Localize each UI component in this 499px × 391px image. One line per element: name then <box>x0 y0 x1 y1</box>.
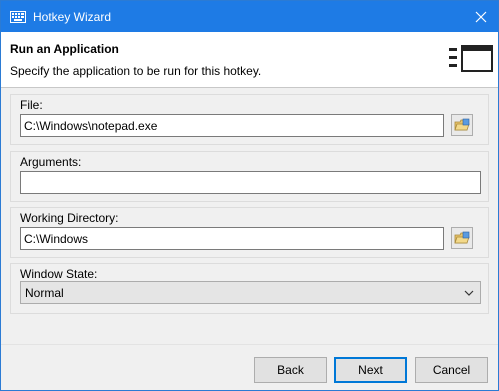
window-list-icon <box>449 45 493 73</box>
folder-browse-icon <box>454 231 470 244</box>
working-directory-browse-button[interactable] <box>451 227 473 249</box>
file-label: File: <box>20 98 43 112</box>
folder-browse-icon <box>454 118 470 131</box>
wizard-content: File: C:\Windows\notepad.exe Arguments: … <box>1 89 498 344</box>
title-bar: Hotkey Wizard <box>1 1 498 32</box>
file-group: File: C:\Windows\notepad.exe <box>10 94 489 145</box>
hotkey-wizard-window: Hotkey Wizard Run an Application Specify… <box>0 0 499 391</box>
working-directory-group: Working Directory: C:\Windows <box>10 207 489 258</box>
page-title: Run an Application <box>10 42 119 56</box>
working-directory-input[interactable]: C:\Windows <box>20 227 444 250</box>
window-title: Hotkey Wizard <box>33 10 112 24</box>
page-subtitle: Specify the application to be run for th… <box>10 64 262 78</box>
keyboard-icon <box>10 11 26 23</box>
working-directory-label: Working Directory: <box>20 211 119 225</box>
close-icon <box>475 11 487 22</box>
window-state-value: Normal <box>25 286 64 300</box>
window-state-label: Window State: <box>20 267 98 281</box>
close-button[interactable] <box>464 1 498 32</box>
arguments-input[interactable] <box>20 171 481 194</box>
window-state-group: Window State: Normal <box>10 263 489 314</box>
wizard-header: Run an Application Specify the applicati… <box>1 32 498 88</box>
file-browse-button[interactable] <box>451 114 473 136</box>
cancel-button[interactable]: Cancel <box>415 357 488 383</box>
wizard-footer: Back Next Cancel <box>1 344 498 390</box>
window-state-select[interactable]: Normal <box>20 281 481 304</box>
chevron-down-icon <box>464 290 474 296</box>
arguments-label: Arguments: <box>20 155 82 169</box>
next-button[interactable]: Next <box>334 357 407 383</box>
back-button[interactable]: Back <box>254 357 327 383</box>
file-input[interactable]: C:\Windows\notepad.exe <box>20 114 444 137</box>
arguments-group: Arguments: <box>10 151 489 202</box>
